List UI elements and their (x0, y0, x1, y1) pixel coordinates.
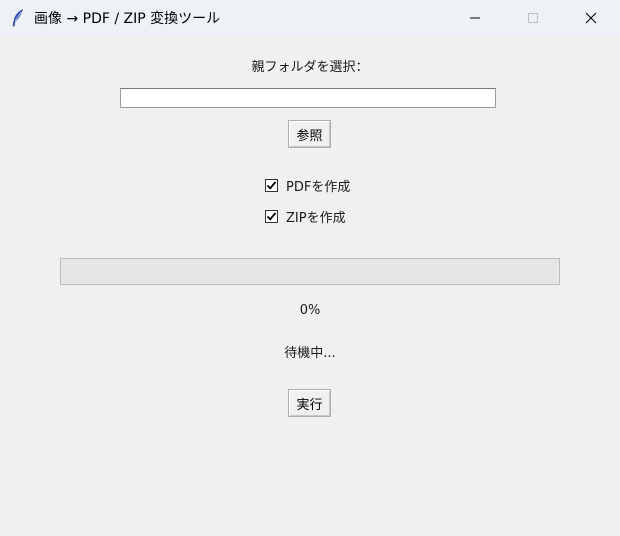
maximize-button[interactable] (504, 0, 562, 36)
parent-folder-label: 親フォルダを選択： (251, 60, 369, 75)
checkmark-icon (266, 211, 277, 221)
minimize-button[interactable] (446, 0, 504, 36)
window-controls (446, 0, 620, 36)
create-pdf-label: PDFを作成 (286, 179, 351, 195)
checkmark-icon (266, 180, 277, 190)
folder-path-input[interactable] (120, 88, 496, 108)
create-zip-label: ZIPを作成 (286, 210, 346, 226)
create-pdf-option[interactable]: PDFを作成 (265, 176, 351, 195)
close-icon (585, 12, 597, 24)
window-title: 画像 → PDF / ZIP 変換ツール (34, 11, 221, 27)
run-button[interactable]: 実行 (288, 389, 331, 417)
main-panel: 親フォルダを選択： 参照 PDFを作成 ZIPを作成 0% 待機中... 実行 (0, 36, 620, 536)
browse-button[interactable]: 参照 (288, 120, 331, 148)
feather-icon (10, 9, 26, 27)
title-bar[interactable]: 画像 → PDF / ZIP 変換ツール (0, 0, 620, 36)
minimize-icon (470, 17, 480, 19)
maximize-icon (528, 13, 538, 23)
create-zip-option[interactable]: ZIPを作成 (265, 207, 346, 226)
create-pdf-checkbox[interactable] (265, 178, 278, 192)
progress-percent: 0% (299, 303, 321, 318)
status-text: 待機中... (284, 346, 336, 361)
create-zip-checkbox[interactable] (265, 209, 278, 223)
progress-bar (60, 258, 560, 285)
app-window: 画像 → PDF / ZIP 変換ツール 親フォルダを選択： 参照 PDFを作成… (0, 0, 620, 536)
close-button[interactable] (562, 0, 620, 36)
